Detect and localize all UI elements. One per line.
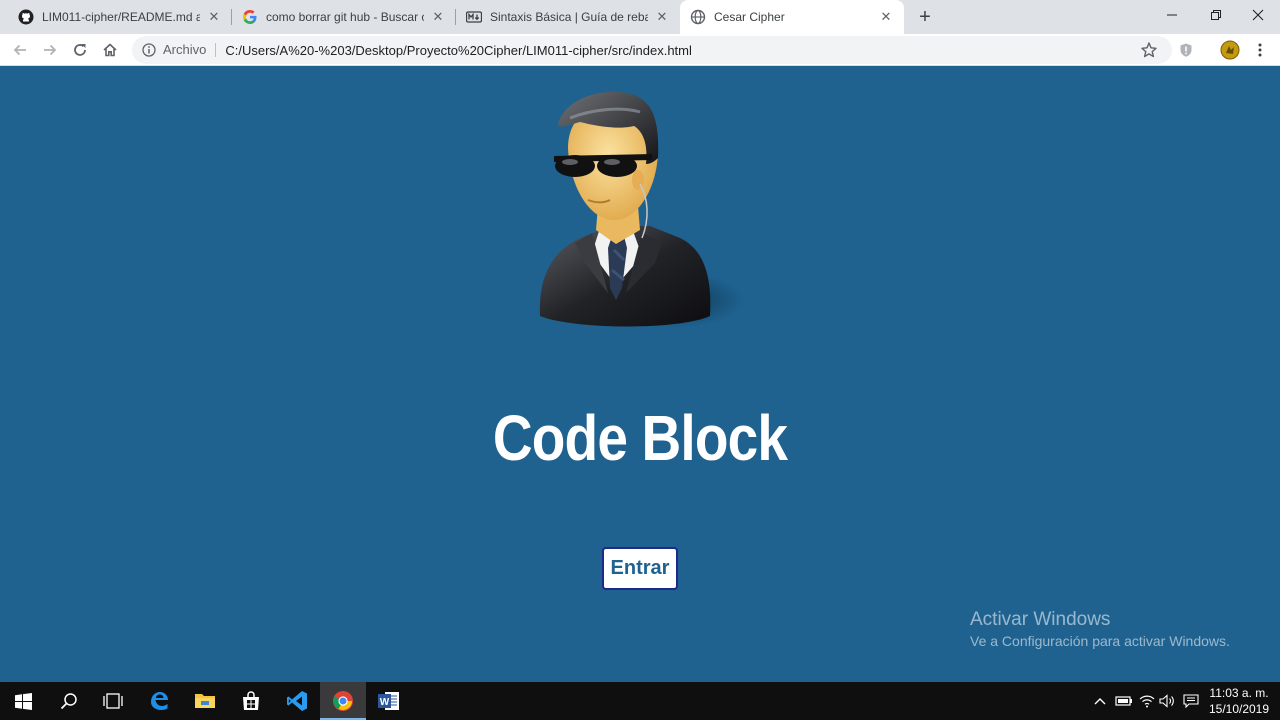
security-chip: Archivo	[163, 43, 217, 57]
tab-github[interactable]: LIM011-cipher/README.md at m ✕	[8, 0, 232, 34]
battery-icon	[1115, 696, 1132, 706]
reload-button[interactable]	[68, 38, 92, 62]
close-tab-icon[interactable]: ✕	[654, 9, 670, 25]
info-icon[interactable]	[141, 42, 157, 58]
clock-time: 11:03 a. m.	[1209, 686, 1269, 700]
restore-icon	[1211, 10, 1221, 20]
word-icon: W	[378, 692, 399, 710]
github-icon	[18, 9, 34, 25]
forward-arrow-icon	[44, 44, 57, 56]
kebab-menu-icon	[1258, 43, 1262, 57]
network-button[interactable]	[1137, 691, 1157, 711]
task-view-icon	[103, 693, 123, 709]
store-icon	[243, 691, 259, 710]
extension-shield-button[interactable]	[1174, 38, 1198, 62]
message-icon	[1183, 694, 1199, 708]
folder-icon	[195, 694, 215, 708]
browser-toolbar: Archivo C:/Users/A%20-%203/Desktop/Proye…	[0, 34, 1280, 66]
new-tab-button[interactable]: +	[913, 5, 937, 29]
minimize-icon	[1167, 14, 1177, 16]
chrome-icon	[333, 691, 353, 711]
forward-button[interactable]	[38, 38, 62, 62]
close-window-button[interactable]	[1236, 0, 1280, 30]
close-tab-icon[interactable]: ✕	[878, 9, 894, 25]
chevron-up-icon	[1094, 698, 1106, 705]
edge-icon	[151, 692, 168, 710]
profile-avatar[interactable]	[1218, 38, 1242, 62]
system-clock[interactable]: 11:03 a. m. 15/10/2019	[1202, 685, 1276, 717]
enter-button[interactable]: Entrar	[602, 547, 678, 590]
back-button[interactable]	[8, 38, 32, 62]
bookmark-star-icon[interactable]	[1140, 41, 1158, 59]
back-arrow-icon	[13, 44, 26, 56]
svg-text:W: W	[380, 697, 390, 708]
edge-taskbar-icon[interactable]	[136, 682, 182, 720]
avatar-icon	[1220, 40, 1240, 60]
notifications-button[interactable]	[1181, 691, 1201, 711]
watermark-title: Activar Windows	[970, 609, 1111, 630]
tab-title: LIM011-cipher/README.md at m	[42, 10, 200, 24]
minimize-button[interactable]	[1150, 0, 1194, 30]
restore-button[interactable]	[1194, 0, 1238, 30]
tab-title: como borrar git hub - Buscar con	[266, 10, 424, 24]
secret-agent-illustration	[539, 91, 742, 328]
tab-strip: LIM011-cipher/README.md at m ✕ como borr…	[0, 0, 1280, 34]
show-hidden-icons-button[interactable]	[1090, 691, 1110, 711]
chrome-taskbar-icon[interactable]	[320, 682, 366, 720]
tab-title: Sintaxis Básica | Guía de rebajas	[490, 10, 648, 24]
vscode-taskbar-icon[interactable]	[274, 682, 320, 720]
shield-icon	[1180, 43, 1192, 57]
start-button[interactable]	[0, 682, 46, 720]
volume-button[interactable]	[1158, 691, 1178, 711]
tab-google-search[interactable]: como borrar git hub - Buscar con ✕	[232, 0, 456, 34]
store-taskbar-icon[interactable]	[228, 682, 274, 720]
word-taskbar-icon[interactable]: W	[366, 682, 412, 720]
home-button[interactable]	[98, 38, 122, 62]
close-tab-icon[interactable]: ✕	[430, 9, 446, 25]
page-content: Code Block Entrar Activar Windows Ve a C…	[0, 66, 1280, 682]
globe-icon	[690, 9, 706, 25]
chrome-menu-button[interactable]	[1248, 38, 1272, 62]
tab-cesar-cipher[interactable]: Cesar Cipher ✕	[680, 0, 904, 34]
watermark-subtitle: Ve a Configuración para activar Windows.	[970, 633, 1230, 649]
vscode-icon	[287, 691, 307, 711]
tab-markdown-guide[interactable]: Sintaxis Básica | Guía de rebajas ✕	[456, 0, 680, 34]
task-view-button[interactable]	[90, 682, 136, 720]
windows-activation-watermark: Activar Windows Ve a Configuración para …	[970, 609, 1230, 649]
google-icon	[242, 9, 258, 25]
wifi-icon	[1139, 695, 1155, 708]
close-tab-icon[interactable]: ✕	[206, 9, 222, 25]
battery-button[interactable]	[1114, 691, 1134, 711]
close-icon	[1252, 9, 1264, 21]
url-text[interactable]: C:/Users/A%20-%203/Desktop/Proyecto%20Ci…	[225, 43, 692, 58]
windows-logo-icon	[14, 692, 32, 710]
search-icon	[60, 693, 77, 710]
home-icon	[103, 43, 117, 57]
page-title: Code Block	[492, 402, 788, 474]
windows-taskbar: W 11:03 a. m. 15/10/2019	[0, 682, 1280, 720]
markdown-icon	[466, 9, 482, 25]
reload-icon	[74, 44, 86, 56]
address-bar[interactable]: Archivo C:/Users/A%20-%203/Desktop/Proye…	[132, 36, 1172, 64]
search-button[interactable]	[46, 682, 92, 720]
file-explorer-taskbar-icon[interactable]	[182, 682, 228, 720]
clock-date: 15/10/2019	[1208, 702, 1270, 716]
tab-title: Cesar Cipher	[714, 10, 785, 24]
speaker-icon	[1159, 694, 1174, 708]
